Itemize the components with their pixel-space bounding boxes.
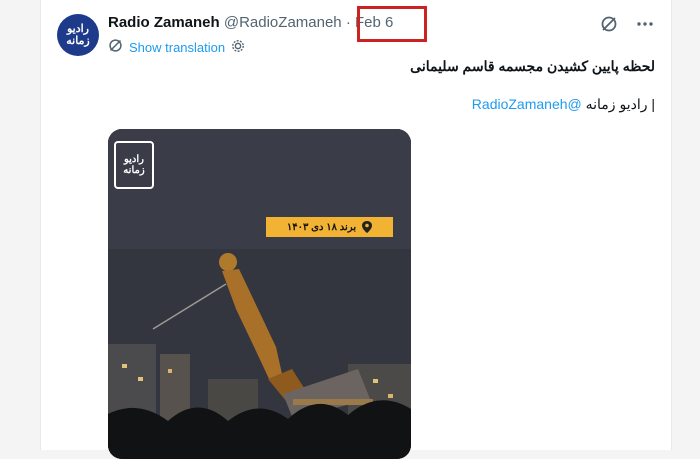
tweet-text-line1: لحظه پایین کشیدن مجسمه قاسم سلیمانی [410,58,655,74]
location-tag-text: برند ۱۸ دی ۱۴۰۳ [286,221,357,233]
avatar[interactable]: رادیو زمانه [57,14,99,56]
header-separator: · [341,14,355,31]
account-handle[interactable]: @RadioZamaneh [224,14,342,31]
tweet-text-suffix: | رادیو زمانه [585,96,655,112]
settings-icon[interactable] [231,39,245,56]
account-name[interactable]: Radio Zamaneh [108,14,220,31]
translate-row: Show translation [108,38,245,56]
grok-icon[interactable] [599,14,619,34]
tweet-card[interactable]: رادیو زمانه Radio Zamaneh @RadioZamaneh … [40,0,672,459]
location-pin-icon [362,221,373,233]
avatar-text-2: زمانه [66,34,90,47]
watermark-text-2: زمانه [123,165,145,176]
location-tag: برند ۱۸ دی ۱۴۰۳ [266,217,393,237]
translate-icon [108,38,123,56]
radio-zamaneh-watermark: رادیو زمانه [114,141,154,189]
tweet-header: Radio Zamaneh @RadioZamaneh · Feb 6 [108,14,393,31]
more-icon[interactable] [635,14,655,34]
avatar-text-1: رادیو [66,22,89,35]
mention-link[interactable]: @RadioZamaneh [472,96,582,112]
watermark-text-1: رادیو [123,153,144,165]
date-highlight-box [357,6,427,42]
media-video[interactable]: رادیو زمانه برند ۱۸ دی ۱۴۰۳ [108,129,411,459]
top-actions [599,14,655,34]
show-translation-link[interactable]: Show translation [129,40,225,55]
tweet-text-line2: | رادیو زمانه @RadioZamaneh [472,96,655,113]
